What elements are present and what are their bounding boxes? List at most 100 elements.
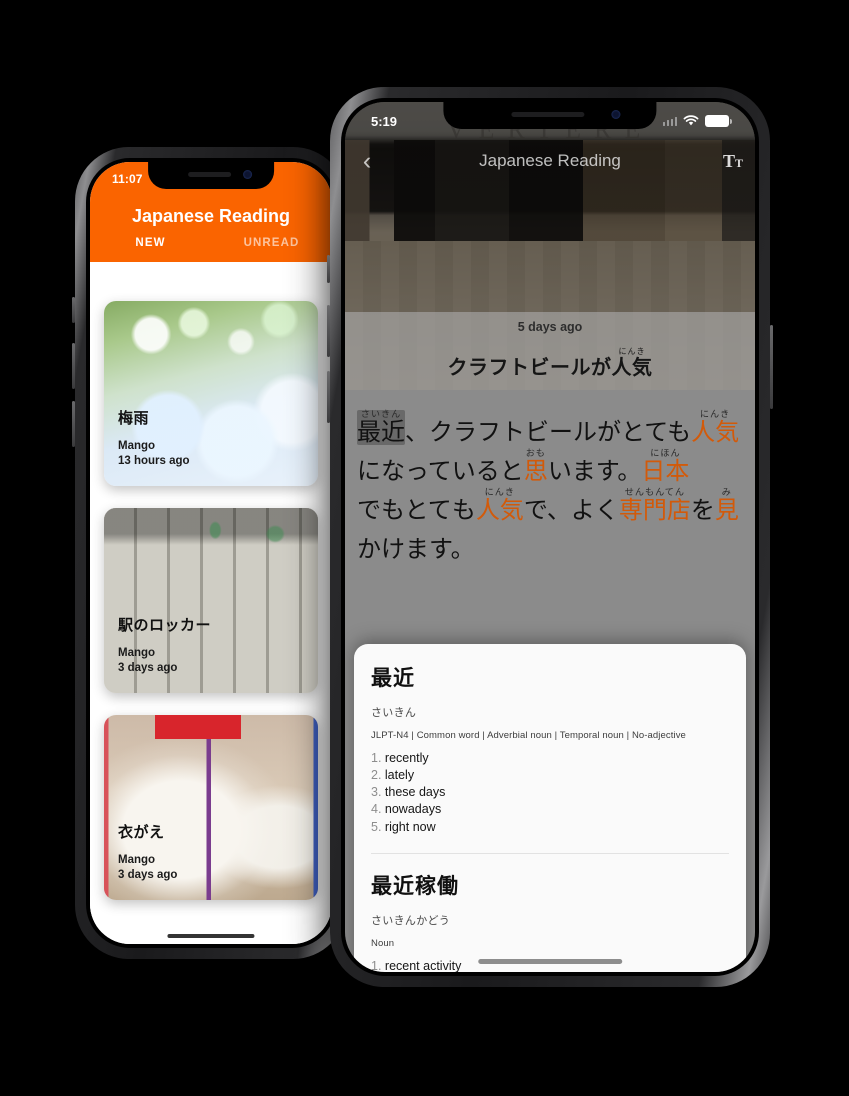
segment-text: なっていると <box>381 457 524 485</box>
paragraph-segment[interactable]: を <box>691 497 715 523</box>
paragraph-segment[interactable]: 、クラフトビールがとても <box>405 419 691 445</box>
paragraph-segment[interactable]: さいきん 最近 <box>357 409 405 445</box>
tab-bar: NEW UNREAD <box>90 237 332 262</box>
text-size-icon[interactable]: TT <box>711 151 755 172</box>
definition-number: 5. <box>371 819 385 834</box>
entry-word: 最近稼働 <box>371 874 459 898</box>
article-list[interactable]: 梅雨 Mango 13 hours ago 駅のロッカー Mango 3 day… <box>90 289 332 944</box>
card-timestamp: 13 hours ago <box>118 455 190 468</box>
list-item[interactable]: 駅のロッカー Mango 3 days ago <box>104 508 318 693</box>
card-text-block: 衣がえ Mango 3 days ago <box>118 821 177 884</box>
definition-text: lately <box>384 768 415 783</box>
paragraph-segment[interactable]: なっていると <box>381 458 524 484</box>
volume-down-button[interactable] <box>327 371 330 423</box>
mute-switch[interactable] <box>72 297 75 323</box>
card-timestamp: 3 days ago <box>118 869 178 882</box>
definition-text: recently <box>384 751 429 765</box>
wifi-icon <box>683 115 699 126</box>
definition-text: these days <box>384 785 446 800</box>
card-timestamp: 3 days ago <box>118 662 178 675</box>
entry-definitions: 1. recently 2. lately 3. these days 4. nowa… <box>371 750 729 836</box>
earpiece-speaker <box>511 112 585 117</box>
cellular-signal-icon <box>662 117 677 126</box>
screenshot-stage: 11:07 Japanese Reading NEW UNREAD 梅雨 Man… <box>0 0 849 1096</box>
furigana: み <box>721 486 732 497</box>
segment-text: います。 <box>547 457 642 485</box>
paragraph-segment[interactable]: にんき 人気 <box>691 409 740 446</box>
entry-word: 最近 <box>371 667 415 690</box>
phone-bezel-right: VERTERE 5:19 ‹ Japanese Reading TT 5 day… <box>341 98 759 976</box>
definition-text: recent activity <box>384 958 462 972</box>
article-paragraph[interactable]: さいきん 最近 、クラフトビールがとても にんき 人気になっていると おも思います。 にほん… <box>357 406 743 562</box>
definition-number: 3. <box>371 785 385 800</box>
volume-down-button[interactable] <box>72 401 75 447</box>
card-title: 梅雨 <box>118 409 150 427</box>
phone-device-right: VERTERE 5:19 ‹ Japanese Reading TT 5 day… <box>327 87 773 987</box>
definition-item: 4. nowadays <box>371 801 729 818</box>
paragraph-segment[interactable]: み見 <box>714 486 739 524</box>
title-segment: クラフトビールが <box>448 356 612 378</box>
paragraph-segment[interactable]: で、よく <box>524 497 619 523</box>
title-ruby: にんき <box>618 347 646 356</box>
card-title: 衣がえ <box>118 823 165 841</box>
segment-text: 人気 <box>691 418 740 446</box>
paragraph-segment[interactable]: かけます。 <box>357 536 475 562</box>
paragraph-segment[interactable]: にんき 人気 <box>475 486 524 524</box>
notch-right <box>443 102 657 129</box>
list-item[interactable]: 梅雨 Mango 13 hours ago <box>104 301 318 486</box>
earpiece-speaker <box>188 172 232 177</box>
furigana: おも <box>525 447 546 458</box>
paragraph-segment[interactable]: せんもんてん 専門店 <box>619 486 691 523</box>
volume-up-button[interactable] <box>72 343 75 389</box>
home-indicator-left[interactable] <box>167 934 255 938</box>
paragraph-segment[interactable]: でもとて <box>357 497 452 523</box>
paragraph-segment[interactable]: に <box>357 458 381 484</box>
segment-text: も <box>451 496 476 524</box>
definition-item: 1. recently <box>371 750 729 767</box>
card-text-block: 駅のロッカー Mango 3 days ago <box>118 614 211 677</box>
volume-up-button[interactable] <box>327 305 330 357</box>
screen-left: 11:07 Japanese Reading NEW UNREAD 梅雨 Man… <box>90 162 332 944</box>
home-indicator-right[interactable] <box>478 959 622 964</box>
front-camera <box>611 110 621 119</box>
status-indicators <box>662 115 732 127</box>
power-button[interactable] <box>770 325 773 409</box>
battery-icon <box>705 115 732 127</box>
paragraph-segment[interactable]: います。 <box>548 458 642 484</box>
page-title: Japanese Reading <box>131 206 291 226</box>
definition-text: nowadays <box>384 802 442 817</box>
entry-reading: さいきん <box>371 707 417 719</box>
paragraph-segment[interactable]: も <box>452 497 476 523</box>
card-title: 駅のロッカー <box>118 616 212 634</box>
title-base: クラフトビールが <box>447 357 612 379</box>
dictionary-sheet[interactable]: 最近 さいきん JLPT-N4 | Common word | Adverbia… <box>354 644 746 972</box>
dictionary-entry: 最近 さいきん JLPT-N4 | Common word | Adverbia… <box>371 662 729 836</box>
segment-text: を <box>690 496 715 524</box>
furigana: せんもんてん <box>624 486 685 497</box>
tab-unread[interactable]: UNREAD <box>211 237 332 249</box>
front-camera <box>243 170 253 179</box>
furigana: にほん <box>650 447 681 458</box>
definition-number: 2. <box>371 768 385 783</box>
paragraph-segment[interactable]: にほん 日本 <box>641 447 689 484</box>
definition-item: 5. right now <box>371 819 729 836</box>
list-item[interactable]: 衣がえ Mango 3 days ago <box>104 715 318 900</box>
segment-text: でもとて <box>357 496 452 524</box>
card-source: Mango <box>118 646 156 659</box>
definition-number: 1. <box>371 958 385 972</box>
article-title: クラフトビールが にんき 人気 <box>345 334 755 379</box>
segment-text: 思 <box>523 457 548 485</box>
screen-right: VERTERE 5:19 ‹ Japanese Reading TT 5 day… <box>345 102 755 972</box>
segment-text: 、クラフトビールがとても <box>405 418 692 446</box>
tab-new[interactable]: NEW <box>90 237 211 249</box>
entry-tags: Noun <box>371 937 395 949</box>
segment-text: に <box>357 457 381 485</box>
segment-text: 人気 <box>475 496 524 524</box>
mute-switch[interactable] <box>327 255 330 283</box>
paragraph-segment[interactable]: おも思 <box>523 447 548 485</box>
definition-number: 4. <box>371 802 385 817</box>
definition-text: right now <box>384 819 436 834</box>
back-chevron-icon[interactable]: ‹ <box>345 148 389 174</box>
furigana: にんき <box>484 486 515 497</box>
segment-text: 見 <box>714 496 739 524</box>
